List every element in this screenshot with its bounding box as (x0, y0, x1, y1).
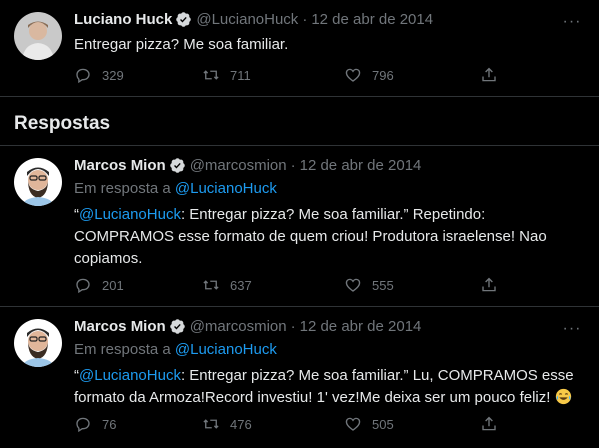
laughing-tears-emoji-icon (555, 388, 572, 405)
reply-to-handle-link[interactable]: @LucianoHuck (175, 180, 277, 197)
tweet-actions: 76 476 505 (74, 415, 514, 435)
reply-button[interactable]: 201 (74, 276, 124, 294)
heart-icon (345, 68, 361, 82)
separator-dot: · (290, 318, 296, 335)
tweet-actions: 201 637 555 (74, 276, 514, 296)
reply-icon (76, 417, 90, 433)
reply-count: 201 (102, 277, 124, 293)
avatar-marcos-mion[interactable] (14, 319, 62, 367)
reply-context: Em resposta a @LucianoHuck (74, 180, 277, 197)
tweet-header: Marcos Mion @marcosmion · 12 de abr de 2… (74, 157, 421, 174)
reply-context-prefix: Em resposta a (74, 341, 171, 358)
tweet-header: Luciano Huck @LucianoHuck · 12 de abr de… (74, 11, 433, 28)
share-icon (482, 416, 496, 431)
mention-link[interactable]: @LucianoHuck (79, 367, 181, 384)
retweet-button[interactable]: 637 (202, 276, 252, 294)
like-button[interactable]: 555 (344, 276, 394, 294)
tweet-date[interactable]: 12 de abr de 2014 (300, 157, 422, 174)
reply-button[interactable]: 329 (74, 66, 124, 84)
heart-icon (345, 417, 361, 431)
author-handle[interactable]: @LucianoHuck (196, 11, 298, 28)
tweet-date[interactable]: 12 de abr de 2014 (311, 11, 433, 28)
verified-badge-icon (169, 318, 186, 335)
reply-context-prefix: Em resposta a (74, 180, 171, 197)
heart-icon (345, 278, 361, 292)
tweet-text: Entregar pizza? Me soa familiar. (74, 36, 289, 53)
retweet-icon (203, 280, 219, 290)
verified-badge-icon (175, 11, 192, 28)
share-button[interactable] (480, 415, 508, 433)
reply-button[interactable]: 76 (74, 415, 116, 433)
share-icon (482, 67, 496, 82)
reply-icon (76, 68, 90, 84)
like-count: 796 (372, 67, 394, 83)
tweet-text: “@LucianoHuck: Entregar pizza? Me soa fa… (74, 204, 579, 270)
retweet-button[interactable]: 711 (202, 66, 251, 84)
separator-dot: · (302, 11, 308, 28)
avatar-luciano-huck[interactable] (14, 12, 62, 60)
tweet-text: “@LucianoHuck: Entregar pizza? Me soa fa… (74, 365, 579, 409)
separator-dot: · (290, 157, 296, 174)
more-options-icon[interactable]: ··· (559, 319, 585, 339)
divider (0, 96, 599, 97)
tweet-header: Marcos Mion @marcosmion · 12 de abr de 2… (74, 318, 421, 335)
tweet-date[interactable]: 12 de abr de 2014 (300, 318, 422, 335)
share-button[interactable] (480, 66, 508, 84)
author-name[interactable]: Luciano Huck (74, 11, 172, 28)
main-tweet: Luciano Huck @LucianoHuck · 12 de abr de… (0, 0, 599, 97)
reply-to-handle-link[interactable]: @LucianoHuck (175, 341, 277, 358)
retweet-count: 476 (230, 416, 252, 432)
reply-tweet: Marcos Mion @marcosmion · 12 de abr de 2… (0, 307, 599, 448)
retweet-icon (203, 70, 219, 80)
verified-badge-icon (169, 157, 186, 174)
tweet-actions: 329 711 796 (74, 66, 514, 86)
reply-icon (76, 278, 90, 294)
author-handle[interactable]: @marcosmion (190, 157, 287, 174)
retweet-icon (203, 419, 219, 429)
author-name[interactable]: Marcos Mion (74, 157, 166, 174)
retweet-button[interactable]: 476 (202, 415, 252, 433)
like-count: 505 (372, 416, 394, 432)
reply-count: 76 (102, 416, 117, 432)
mention-link[interactable]: @LucianoHuck (79, 206, 181, 223)
retweet-count: 637 (230, 277, 252, 293)
reply-count: 329 (102, 67, 124, 83)
share-icon (482, 277, 496, 292)
like-button[interactable]: 796 (344, 66, 394, 84)
reply-tweet: Marcos Mion @marcosmion · 12 de abr de 2… (0, 146, 599, 306)
author-name[interactable]: Marcos Mion (74, 318, 166, 335)
author-handle[interactable]: @marcosmion (190, 318, 287, 335)
replies-section-title: Respostas (14, 113, 111, 134)
like-count: 555 (372, 277, 394, 293)
reply-context: Em resposta a @LucianoHuck (74, 341, 277, 358)
share-button[interactable] (480, 276, 508, 294)
like-button[interactable]: 505 (344, 415, 394, 433)
avatar-marcos-mion[interactable] (14, 158, 62, 206)
retweet-count: 711 (230, 67, 251, 83)
more-options-icon[interactable]: ··· (559, 12, 585, 32)
